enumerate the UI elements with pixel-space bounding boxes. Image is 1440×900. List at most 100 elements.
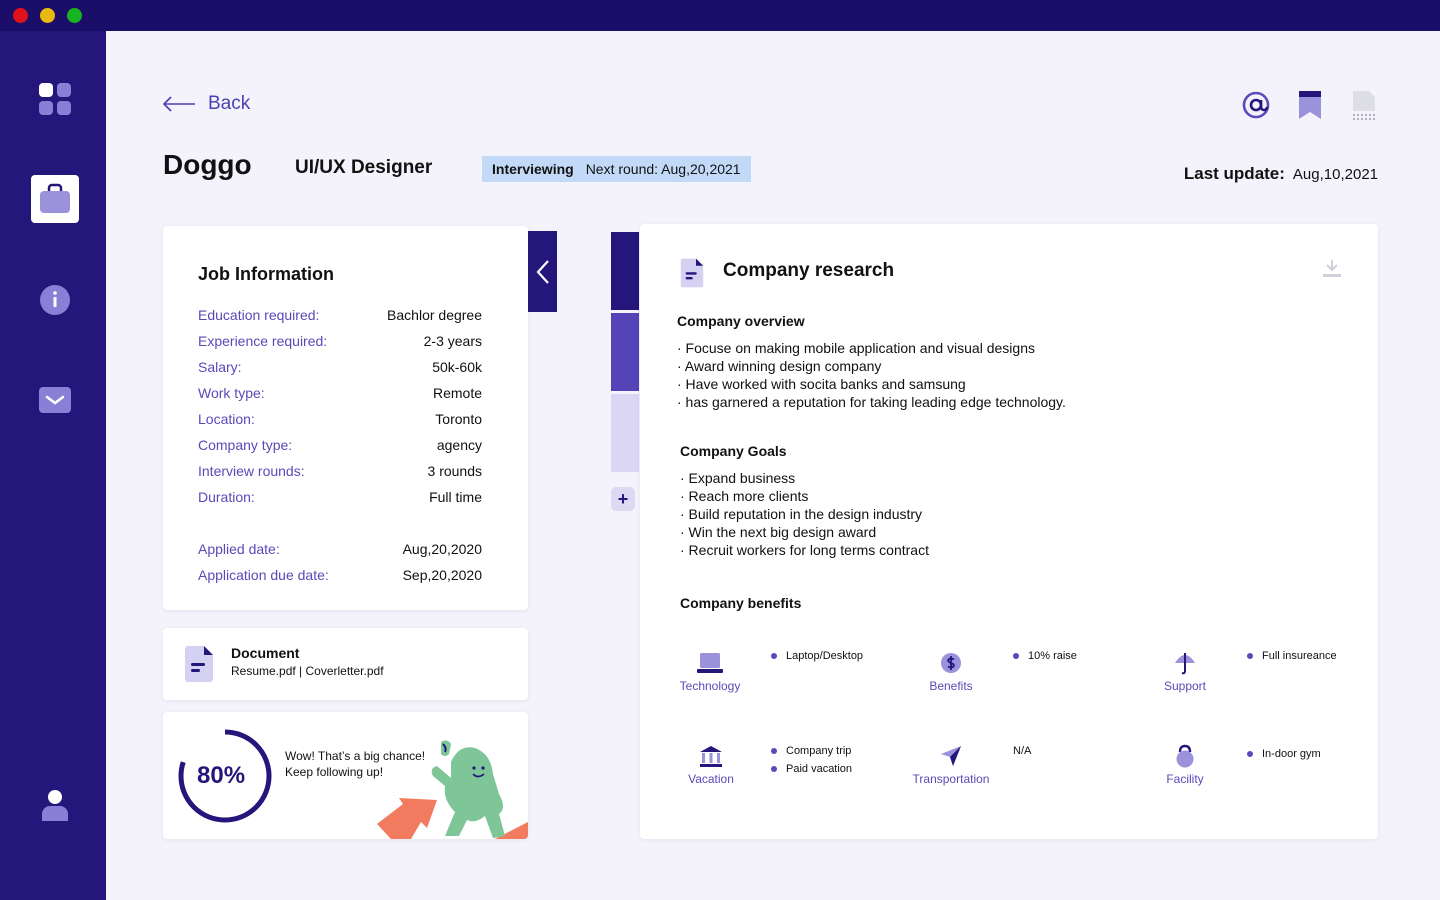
list-item: · Focuse on making mobile application an…	[677, 340, 1035, 356]
benefit-benefits: Benefits	[906, 649, 996, 693]
sidebar-item-dashboard[interactable]	[31, 75, 79, 123]
benefit-label: Benefits	[929, 679, 973, 693]
navigation-icon	[941, 746, 961, 766]
document-button[interactable]	[1350, 89, 1378, 121]
benefit-values: Company trip Paid vacation	[771, 742, 852, 778]
job-row: Education required: Bachlor degree	[198, 307, 482, 323]
chevron-left-icon	[536, 259, 549, 284]
job-row-value: Bachlor degree	[387, 307, 482, 323]
dollar-icon	[941, 653, 961, 673]
last-update-label: Last update:	[1183, 164, 1285, 183]
job-row-value: Aug,20,2020	[402, 541, 482, 557]
company-research-title: Company research	[723, 260, 895, 281]
benefit-values: N/A	[1013, 742, 1031, 760]
company-overview-list: · Focuse on making mobile application an…	[677, 339, 1066, 411]
progress-value: 80%	[197, 762, 246, 789]
job-row-value: agency	[436, 437, 482, 453]
list-item: · Have worked with socita banks and sams…	[677, 376, 966, 392]
job-row-value: 3 rounds	[427, 463, 482, 479]
job-information-title: Job Information	[198, 264, 334, 284]
sidebar-item-jobs[interactable]	[31, 175, 79, 223]
job-row-label: Salary:	[198, 359, 242, 375]
job-row-value: 2-3 years	[423, 333, 482, 349]
benefit-vacation: Vacation	[666, 742, 756, 786]
document-title: Document	[231, 645, 300, 661]
bookmark-icon	[1299, 91, 1321, 119]
status-label: Interviewing	[492, 161, 574, 177]
benefit-values: Full insureance	[1247, 647, 1337, 665]
mail-icon	[39, 387, 71, 413]
benefit-values: In-door gym	[1247, 745, 1321, 763]
benefit-value: In-door gym	[1247, 745, 1321, 763]
list-item: · Win the next big design award	[680, 524, 877, 540]
job-row-value: Sep,20,2020	[402, 567, 482, 583]
document-card[interactable]: Document Resume.pdf | Coverletter.pdf	[163, 628, 528, 700]
grid-icon	[39, 83, 71, 115]
benefit-value: Company trip	[771, 742, 852, 760]
step-indicator[interactable]	[611, 232, 639, 310]
close-window-button[interactable]	[13, 8, 28, 23]
job-row: Interview rounds: 3 rounds	[198, 463, 482, 479]
job-row-label: Company type:	[198, 437, 293, 453]
benefit-label: Vacation	[688, 772, 734, 786]
user-icon	[42, 790, 68, 821]
email-button[interactable]	[1242, 89, 1270, 121]
add-step-button[interactable]: +	[611, 487, 635, 511]
file-icon	[185, 646, 213, 682]
job-row-value: 50k-60k	[432, 359, 482, 375]
job-row-label: Location:	[198, 411, 255, 427]
job-row-label: Application due date:	[198, 567, 329, 583]
job-row: Duration: Full time	[198, 489, 482, 505]
job-row-label: Education required:	[198, 307, 320, 323]
info-icon	[40, 285, 70, 315]
job-row-label: Work type:	[198, 385, 265, 401]
list-item: · Recruit workers for long terms contrac…	[680, 542, 929, 558]
step-indicator[interactable]	[611, 394, 639, 472]
job-row-label: Interview rounds:	[198, 463, 305, 479]
benefit-technology: Technology	[665, 649, 755, 693]
header-actions	[1242, 89, 1378, 121]
due-date-row: Application due date: Sep,20,2020	[198, 567, 482, 583]
company-research-card: Company research Company overview · Focu…	[640, 224, 1378, 839]
sidebar-item-profile[interactable]	[31, 781, 79, 829]
applied-date-row: Applied date: Aug,20,2020	[198, 541, 482, 557]
next-round-label: Next round: Aug,20,2021	[585, 161, 741, 177]
minimize-window-button[interactable]	[40, 8, 55, 23]
arrow-left-icon	[162, 96, 195, 112]
job-row-value: Full time	[429, 489, 482, 505]
list-item: · Reach more clients	[680, 488, 809, 504]
list-item: · Expand business	[680, 470, 796, 486]
mascot-illustration	[377, 740, 528, 839]
benefit-transportation: Transportation	[906, 742, 996, 786]
bookmark-button[interactable]	[1296, 89, 1324, 121]
back-button[interactable]: Back	[162, 93, 250, 115]
benefit-label: Technology	[679, 679, 741, 693]
last-update-value: Aug,10,2021	[1292, 166, 1378, 183]
sidebar-item-info[interactable]	[31, 276, 79, 324]
benefit-label: Support	[1163, 679, 1207, 693]
benefit-values: 10% raise	[1013, 647, 1077, 665]
job-row-label: Applied date:	[198, 541, 280, 557]
progress-card: 80% Wow! That’s a big chance! Keep follo…	[163, 712, 528, 839]
step-indicators	[611, 232, 639, 475]
job-row: Company type: agency	[198, 437, 482, 453]
download-icon[interactable]	[1322, 258, 1342, 278]
laptop-icon	[697, 653, 723, 673]
main-content: Back Doggo UI/UX Designer Interviewing N…	[106, 31, 1440, 900]
step-indicator[interactable]	[611, 313, 639, 391]
company-goals-heading: Company Goals	[680, 443, 787, 459]
benefit-label: Transportation	[912, 772, 990, 786]
kettlebell-icon	[1176, 744, 1194, 768]
document-files[interactable]: Resume.pdf | Coverletter.pdf	[231, 664, 384, 678]
candidate-name: Doggo	[163, 149, 252, 180]
benefit-value: N/A	[1013, 745, 1032, 757]
collapse-panel-button[interactable]	[528, 231, 557, 312]
last-update: Last update: Aug,10,2021	[1184, 164, 1378, 184]
status-badge: Interviewing Next round: Aug,20,2021	[482, 156, 751, 182]
job-row-label: Duration:	[198, 489, 255, 505]
maximize-window-button[interactable]	[67, 8, 82, 23]
benefit-label: Facility	[1166, 772, 1204, 786]
sidebar	[0, 31, 106, 900]
sidebar-item-inbox[interactable]	[31, 376, 79, 424]
benefit-value: Full insureance	[1247, 647, 1337, 665]
